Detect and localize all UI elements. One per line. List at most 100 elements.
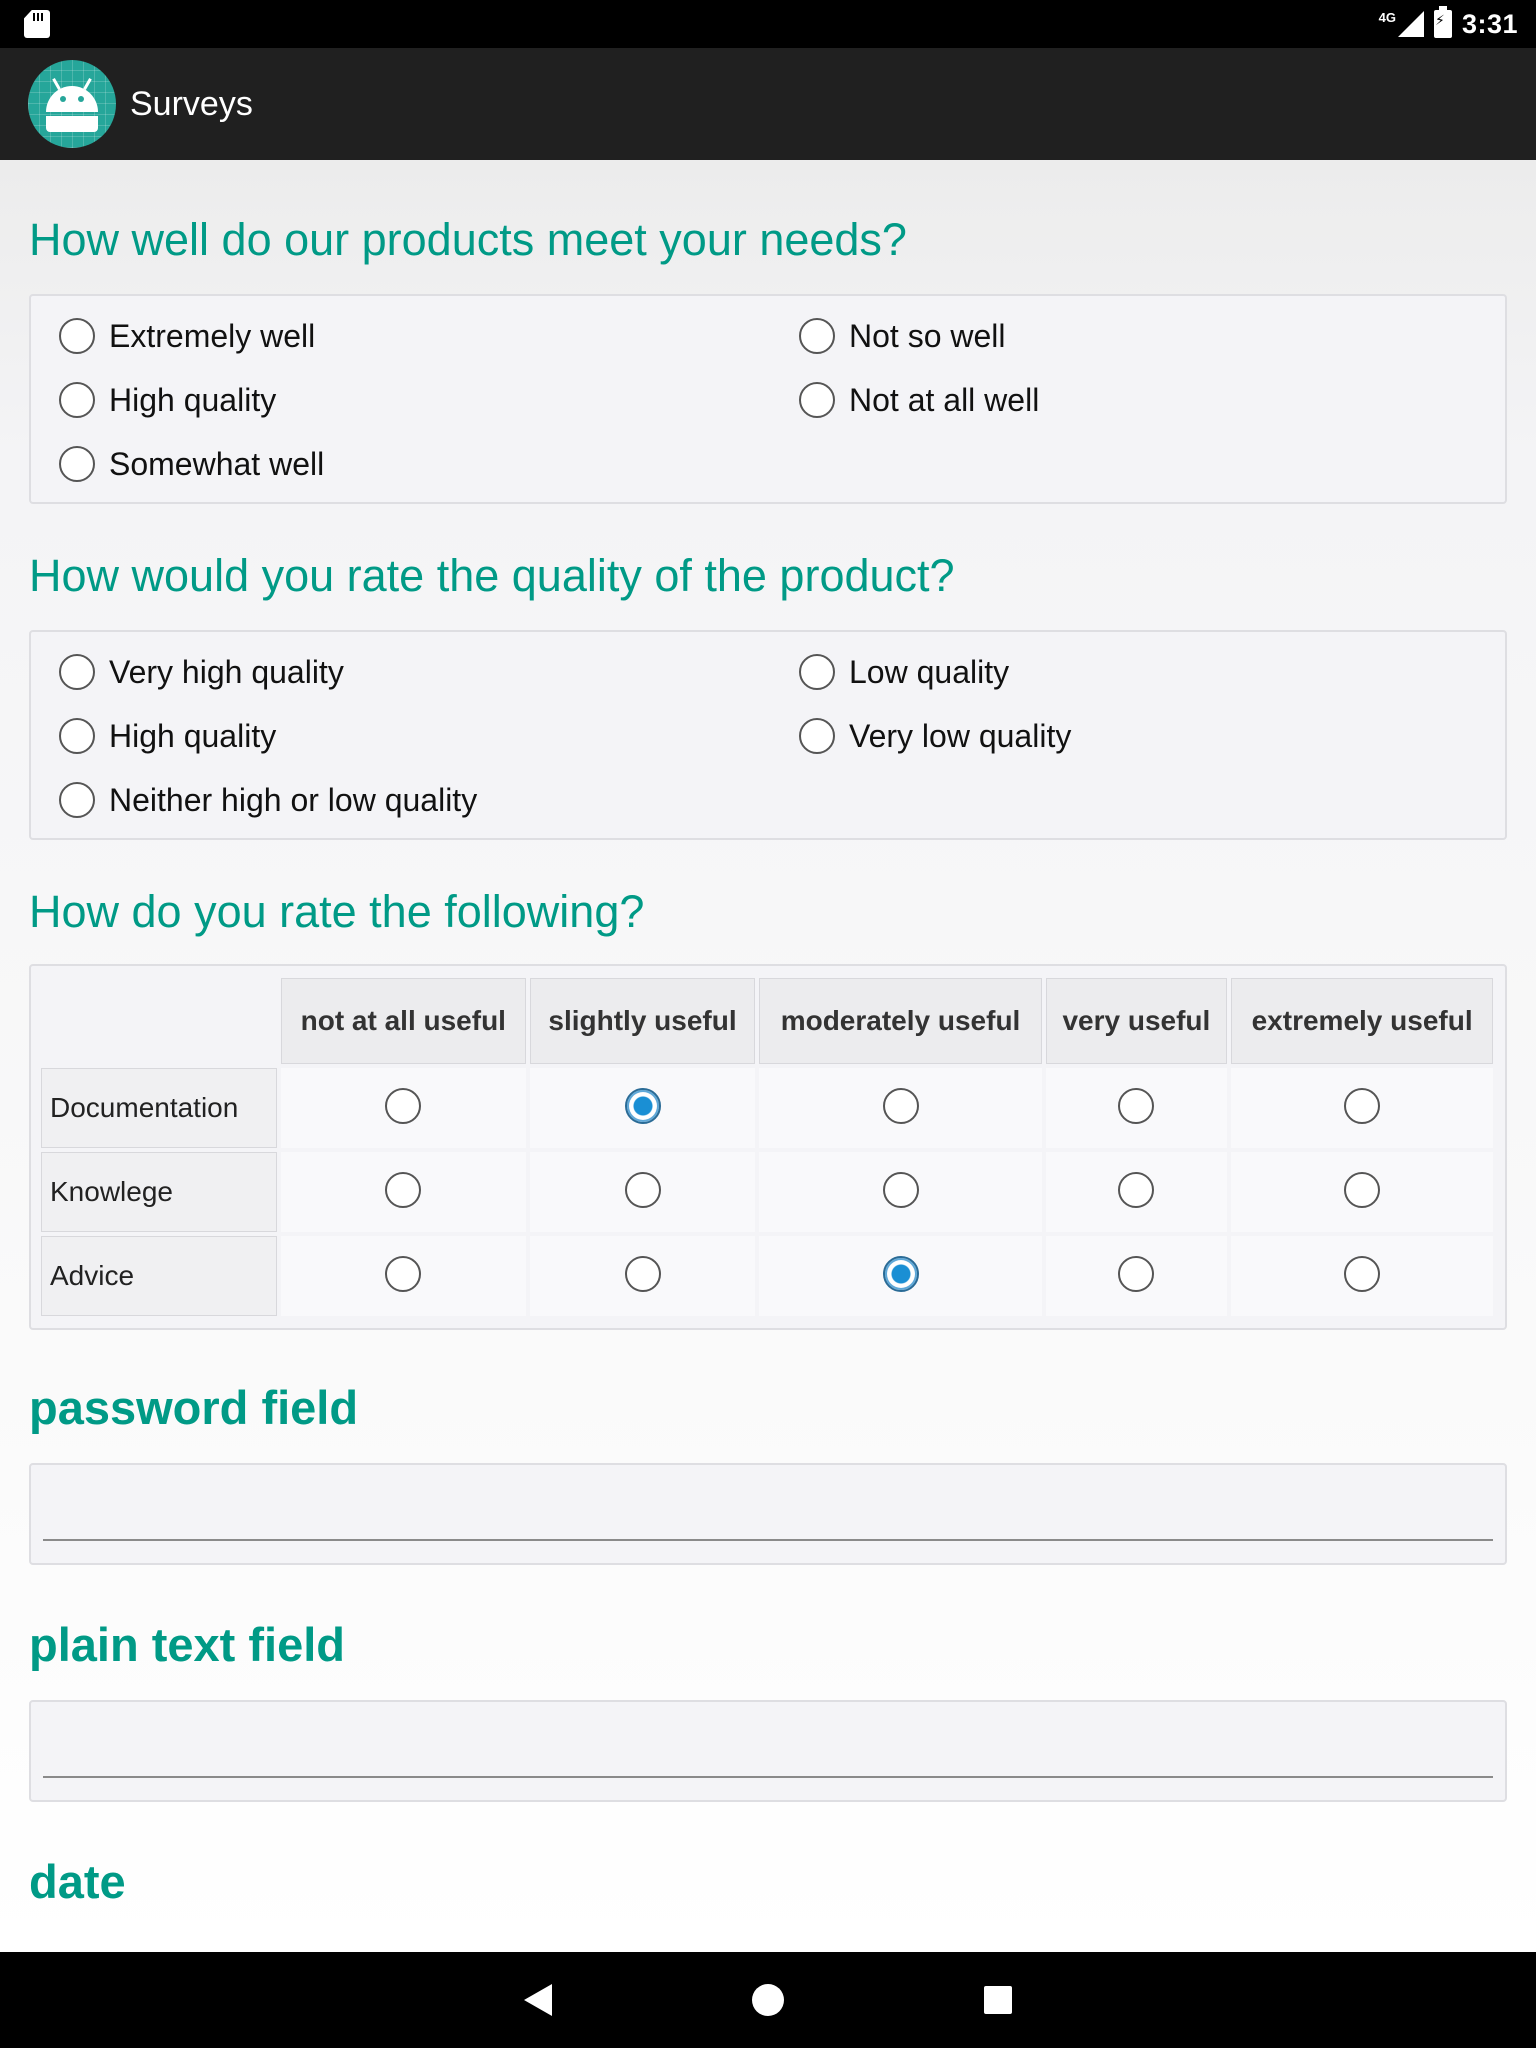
matrix-cell	[281, 1068, 526, 1148]
radio-option[interactable]: Very low quality	[799, 716, 1505, 756]
android-logo-icon	[28, 60, 116, 148]
status-bar: 4G 3:31	[0, 0, 1536, 48]
radio-option[interactable]: Not at all well	[799, 380, 1505, 420]
matrix-row: Knowlege	[41, 1152, 1493, 1232]
radio-option[interactable]: Somewhat well	[59, 444, 799, 484]
matrix-column-header: not at all useful	[281, 978, 526, 1064]
radio-option-label: Extremely well	[109, 317, 316, 354]
back-icon[interactable]	[524, 1984, 552, 2016]
radio-button[interactable]	[59, 318, 95, 354]
navigation-bar	[0, 1952, 1536, 2048]
radio-option[interactable]: Low quality	[799, 652, 1505, 692]
matrix-table: not at all useful slightly useful modera…	[37, 974, 1497, 1320]
home-icon[interactable]	[752, 1984, 784, 2016]
radio-button[interactable]	[59, 718, 95, 754]
matrix-radio[interactable]	[882, 1171, 919, 1208]
matrix-column-header: slightly useful	[529, 978, 756, 1064]
password-field-label: password field	[29, 1381, 359, 1434]
plain-text-field-container	[29, 1700, 1507, 1802]
question-title: How would you rate the quality of the pr…	[29, 550, 955, 601]
status-clock: 3:31	[1461, 8, 1518, 39]
matrix-row: Documentation	[41, 1068, 1493, 1148]
radio-option[interactable]: Neither high or low quality	[59, 780, 799, 820]
recents-icon[interactable]	[984, 1986, 1012, 2014]
matrix-radio[interactable]	[385, 1087, 422, 1124]
matrix-row-label: Advice	[41, 1236, 277, 1316]
matrix-column-header: moderately useful	[759, 978, 1042, 1064]
matrix-cell	[1231, 1236, 1493, 1316]
matrix-row-label: Knowlege	[41, 1152, 277, 1232]
radio-option-label: Very low quality	[849, 717, 1072, 754]
radio-button[interactable]	[59, 446, 95, 482]
radio-option-label: Not so well	[849, 317, 1006, 354]
matrix-cell	[1231, 1152, 1493, 1232]
survey-content[interactable]: How well do our products meet your needs…	[0, 160, 1536, 1952]
matrix-cell	[759, 1068, 1042, 1148]
matrix-radio[interactable]	[1344, 1087, 1381, 1124]
matrix-column-header: very useful	[1045, 978, 1228, 1064]
date-field-label: date	[29, 1855, 126, 1908]
matrix-radio[interactable]	[624, 1087, 661, 1124]
matrix-radio[interactable]	[1344, 1255, 1381, 1292]
radio-option[interactable]: Extremely well	[59, 316, 799, 356]
matrix-column-header: extremely useful	[1231, 978, 1493, 1064]
radio-option-label: High quality	[109, 717, 277, 754]
radio-button[interactable]	[59, 654, 95, 690]
app-bar: Surveys	[0, 48, 1536, 160]
radio-button[interactable]	[799, 718, 835, 754]
matrix-cell	[759, 1152, 1042, 1232]
matrix-radio[interactable]	[385, 1171, 422, 1208]
radio-option[interactable]: Not so well	[799, 316, 1505, 356]
radio-option[interactable]: High quality	[59, 716, 799, 756]
matrix-cell	[281, 1152, 526, 1232]
matrix-radio[interactable]	[1118, 1171, 1155, 1208]
matrix-radio[interactable]	[385, 1255, 422, 1292]
matrix-cell	[1231, 1068, 1493, 1148]
matrix-cell	[281, 1236, 526, 1316]
radio-option-label: Very high quality	[109, 653, 344, 690]
radio-option-label: Low quality	[849, 653, 1010, 690]
matrix-radio[interactable]	[624, 1171, 661, 1208]
radio-button[interactable]	[59, 382, 95, 418]
matrix-corner-cell	[41, 978, 277, 1064]
status-icons: 4G 3:31	[1378, 6, 1518, 40]
matrix-row: Advice	[41, 1236, 1493, 1316]
radio-button[interactable]	[799, 382, 835, 418]
matrix-cell	[759, 1236, 1042, 1316]
matrix-cell	[529, 1152, 756, 1232]
matrix-radio[interactable]	[1118, 1087, 1155, 1124]
matrix-cell	[1045, 1236, 1228, 1316]
battery-charging-icon	[1433, 6, 1452, 38]
screen: 4G 3:31 Surveys How well do our products…	[0, 0, 1536, 2048]
network-type-label: 4G	[1378, 9, 1396, 25]
plain-text-field-label: plain text field	[29, 1618, 345, 1671]
radio-button[interactable]	[799, 654, 835, 690]
question-title: How well do our products meet your needs…	[29, 214, 907, 265]
matrix-radio[interactable]	[882, 1087, 919, 1124]
radio-option[interactable]: Very high quality	[59, 652, 799, 692]
matrix-radio[interactable]	[1344, 1171, 1381, 1208]
matrix-header-row: not at all useful slightly useful modera…	[41, 978, 1493, 1064]
rating-matrix: not at all useful slightly useful modera…	[29, 964, 1507, 1330]
matrix-cell	[1045, 1068, 1228, 1148]
matrix-radio[interactable]	[882, 1255, 919, 1292]
matrix-row-label: Documentation	[41, 1068, 277, 1148]
radio-option-label: Somewhat well	[109, 445, 325, 482]
matrix-radio[interactable]	[624, 1255, 661, 1292]
matrix-cell	[529, 1236, 756, 1316]
password-input[interactable]	[43, 1485, 1493, 1541]
radio-group-q1: Extremely well Not so well High quality …	[29, 294, 1507, 504]
question-title: How do you rate the following?	[29, 886, 645, 937]
radio-option[interactable]: High quality	[59, 380, 799, 420]
password-field-container	[29, 1463, 1507, 1565]
radio-button[interactable]	[59, 782, 95, 818]
matrix-radio[interactable]	[1118, 1255, 1155, 1292]
app-title: Surveys	[130, 84, 253, 123]
radio-group-q2: Very high quality Low quality High quali…	[29, 630, 1507, 840]
signal-icon	[1397, 11, 1424, 37]
radio-option-label: High quality	[109, 381, 277, 418]
radio-button[interactable]	[799, 318, 835, 354]
plain-text-input[interactable]	[43, 1722, 1493, 1778]
sd-card-icon	[24, 10, 50, 38]
radio-option-label: Neither high or low quality	[109, 781, 478, 818]
